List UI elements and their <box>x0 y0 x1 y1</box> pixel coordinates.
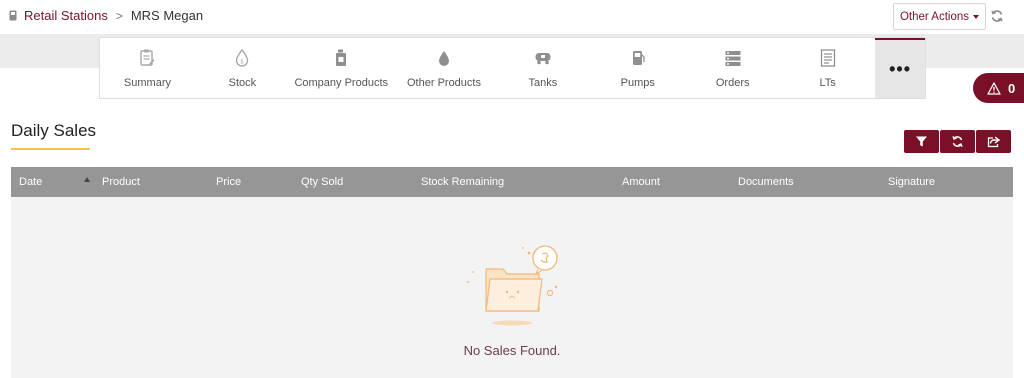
tab-tanks[interactable]: Tanks <box>495 38 590 98</box>
share-icon <box>987 136 1000 148</box>
column-header-product[interactable]: Product <box>102 176 140 188</box>
tab-label: Orders <box>715 77 750 89</box>
column-header-stock-remaining[interactable]: Stock Remaining <box>421 176 504 188</box>
lts-icon <box>820 49 835 67</box>
warning-icon <box>987 81 1001 95</box>
breadcrumb: Retail Stations > MRS Megan <box>9 8 203 23</box>
column-header-documents[interactable]: Documents <box>738 176 794 188</box>
caret-down-icon <box>973 14 980 19</box>
column-header-amount[interactable]: Amount <box>622 176 660 188</box>
export-button[interactable] <box>976 130 1011 153</box>
tab-label: Pumps <box>620 77 655 89</box>
filter-button[interactable] <box>904 130 939 153</box>
tanks-icon <box>535 53 551 65</box>
tab-stock[interactable]: $ Stock <box>195 38 290 98</box>
page-title: Daily Sales <box>11 121 97 140</box>
tab-pumps[interactable]: Pumps <box>590 38 685 98</box>
top-bar: Retail Stations > MRS Megan Other Action… <box>0 0 1024 34</box>
column-header-price[interactable]: Price <box>216 176 241 188</box>
sort-ascending-icon[interactable] <box>84 177 90 182</box>
breadcrumb-current: MRS Megan <box>130 8 204 23</box>
more-tabs-button[interactable]: ••• <box>875 38 925 98</box>
fuel-station-icon <box>9 10 17 21</box>
breadcrumb-retail-stations-link[interactable]: Retail Stations <box>24 8 108 23</box>
tab-label: Summary <box>123 77 171 89</box>
tab-label: Other Products <box>407 77 481 89</box>
alerts-badge[interactable]: 0 <box>973 73 1024 103</box>
refresh-icon[interactable] <box>990 9 1004 23</box>
other-actions-label: Other Actions <box>899 10 970 23</box>
tab-orders[interactable]: Orders <box>685 38 780 98</box>
alerts-count: 0 <box>1008 80 1016 96</box>
refresh-icon <box>952 135 963 148</box>
stock-icon: $ <box>236 48 249 67</box>
other-products-icon <box>438 51 449 66</box>
company-products-icon <box>336 49 347 66</box>
tab-lts[interactable]: LTs <box>780 38 875 98</box>
svg-text:$: $ <box>240 59 244 66</box>
column-header-signature[interactable]: Signature <box>888 176 935 188</box>
refresh-button[interactable] <box>940 130 975 153</box>
tab-summary[interactable]: Summary <box>100 38 195 98</box>
pumps-icon <box>632 51 645 65</box>
breadcrumb-separator: > <box>115 8 123 23</box>
column-header-date[interactable]: Date <box>19 176 42 188</box>
empty-folder-illustration <box>467 245 558 326</box>
title-underline <box>11 148 90 150</box>
tab-company-products[interactable]: Company Products <box>290 38 393 98</box>
tab-other-products[interactable]: Other Products <box>393 38 496 98</box>
tab-label: Tanks <box>528 77 558 89</box>
tab-label: LTs <box>819 77 836 89</box>
column-header-qty-sold[interactable]: Qty Sold <box>301 176 343 188</box>
other-actions-dropdown[interactable]: Other Actions <box>893 3 986 30</box>
station-tabs: Summary $ Stock Company Products Other P… <box>99 37 926 99</box>
empty-state-message: No Sales Found. <box>463 343 561 358</box>
ellipsis-icon: ••• <box>889 59 911 79</box>
table-header: Date Product Price Qty Sold Stock Remain… <box>11 167 1013 197</box>
summary-icon <box>140 49 155 66</box>
orders-icon <box>725 51 741 66</box>
tab-label: Stock <box>228 77 257 89</box>
filter-icon <box>916 136 927 147</box>
tab-label: Company Products <box>294 77 388 89</box>
